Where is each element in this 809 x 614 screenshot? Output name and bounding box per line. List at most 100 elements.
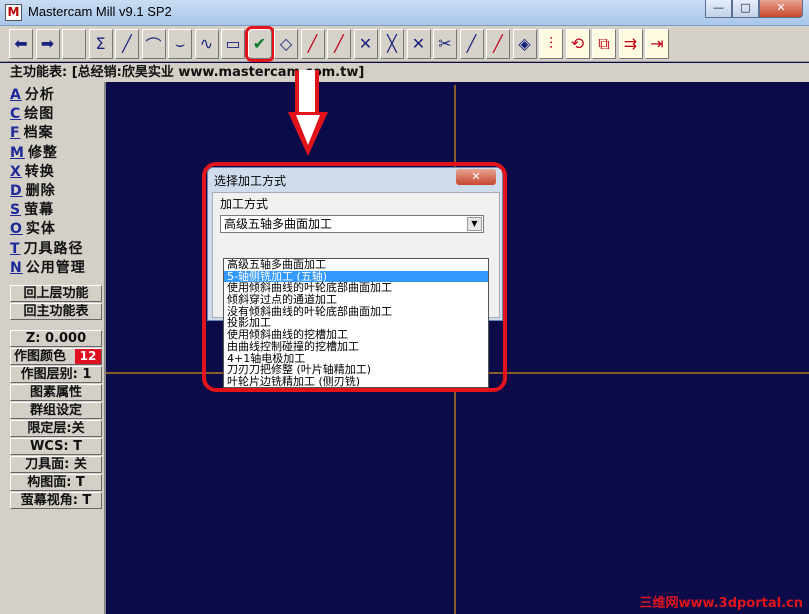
menu-label: 公用管理 bbox=[25, 259, 86, 276]
surface-button[interactable]: ◇ bbox=[274, 28, 298, 59]
menu-hotkey: O bbox=[10, 221, 23, 238]
window-controls: — □ ✕ bbox=[705, 0, 803, 18]
rectangle-button[interactable]: ▭ bbox=[221, 28, 245, 59]
menu-item-f[interactable]: F 档案 bbox=[10, 122, 54, 142]
toolpath-select-button[interactable]: ✔ bbox=[244, 25, 275, 62]
dialog-highlight-outline bbox=[202, 162, 507, 392]
blank-button[interactable] bbox=[62, 28, 86, 59]
extend-button[interactable]: ╱ bbox=[459, 28, 484, 59]
trim-button[interactable]: ╱ bbox=[300, 28, 325, 59]
menu-item-x[interactable]: X 转换 bbox=[10, 161, 55, 181]
close-button[interactable]: ✕ bbox=[759, 0, 803, 18]
color-label: 作图颜色 bbox=[14, 349, 67, 364]
menu-item-t[interactable]: T 刀具路径 bbox=[10, 238, 84, 258]
menu-label: 档案 bbox=[23, 125, 54, 142]
menu-item-c[interactable]: C 绘图 bbox=[10, 103, 54, 123]
shade-button[interactable]: ◈ bbox=[512, 28, 537, 59]
arc-icon: ⌒ bbox=[145, 35, 162, 55]
spline-icon: ∿ bbox=[199, 34, 214, 53]
line-icon: ╱ bbox=[122, 34, 132, 53]
delete-entity-button[interactable]: ╳ bbox=[380, 28, 404, 59]
mirror-button[interactable]: ⫶ bbox=[539, 28, 563, 59]
left-panel: A 分析 C 绘图 F 档案 M 修整 X 转换 D 删除 S 萤幕 O 实体 T 刀具路径 N 公用管理 回上层功能… bbox=[0, 82, 106, 614]
group-button[interactable]: 群组设定 bbox=[10, 402, 102, 419]
fillet-icon: ⌣ bbox=[174, 33, 186, 53]
break-button[interactable]: ╱ bbox=[327, 28, 351, 59]
scissors-button[interactable]: ✂ bbox=[433, 28, 457, 59]
menu-item-s[interactable]: S 萤幕 bbox=[10, 199, 54, 219]
menu-label: 转换 bbox=[24, 163, 55, 180]
menu-label: 分析 bbox=[24, 87, 55, 103]
arrow-left-icon: ⬅ bbox=[14, 34, 28, 53]
shade-icon: ◈ bbox=[518, 34, 531, 53]
translate-icon: ⇉ bbox=[623, 34, 638, 53]
color-swatch: 12 bbox=[75, 349, 101, 364]
menu-item-n[interactable]: N 公用管理 bbox=[10, 257, 86, 277]
mask-button[interactable]: 限定层:关 bbox=[10, 420, 102, 437]
annotation-arrow-shaft bbox=[295, 70, 319, 116]
rectangle-icon: ▭ bbox=[225, 34, 241, 53]
scale-button[interactable]: ⧉ bbox=[592, 28, 616, 59]
offset-button[interactable]: ⇥ bbox=[645, 28, 669, 59]
menu-item-d[interactable]: D 删除 bbox=[10, 180, 56, 200]
construction-plane-button[interactable]: 构图面: T bbox=[10, 474, 102, 491]
main-menu-bar: 主功能表: [总经销:欣昊实业 www.mastercam.com.tw] bbox=[0, 63, 809, 82]
intersect-button[interactable]: ✕ bbox=[353, 28, 378, 59]
menu-label: 萤幕 bbox=[24, 202, 55, 219]
menu-hotkey: D bbox=[10, 183, 23, 199]
fillet-button[interactable]: ⌣ bbox=[168, 28, 192, 59]
rotate-icon: ⟲ bbox=[570, 34, 585, 53]
mastercam-logo-icon: M bbox=[5, 4, 22, 21]
menu-item-o[interactable]: O 实体 bbox=[10, 218, 56, 238]
main-menu-button[interactable]: 回主功能表 bbox=[10, 303, 102, 320]
cross-button[interactable]: ✕ bbox=[406, 28, 431, 59]
trim-icon: ╱ bbox=[307, 34, 318, 53]
arrow-right-button[interactable]: ➡ bbox=[35, 28, 60, 59]
break-icon: ╱ bbox=[334, 34, 344, 53]
maximize-button[interactable]: □ bbox=[732, 0, 759, 18]
view-button[interactable]: 萤幕视角: T bbox=[10, 492, 102, 509]
extend-icon: ╱ bbox=[466, 34, 477, 53]
watermark: 三维网www.3dportal.cn bbox=[639, 596, 803, 611]
level-button[interactable]: 作图层别: 1 bbox=[10, 366, 102, 383]
minimize-button[interactable]: — bbox=[705, 0, 732, 18]
menu-label: 实体 bbox=[25, 221, 56, 238]
menu-hotkey: T bbox=[10, 240, 21, 257]
menu-label: 修整 bbox=[27, 144, 58, 161]
spline-button[interactable]: ∿ bbox=[194, 28, 219, 59]
divide-icon: ╱ bbox=[493, 34, 503, 53]
toolpath-select-icon: ✔ bbox=[252, 34, 267, 53]
surface-icon: ◇ bbox=[279, 34, 293, 53]
arrow-right-icon: ➡ bbox=[40, 34, 55, 53]
arc-button[interactable]: ⌒ bbox=[141, 28, 166, 59]
rotate-button[interactable]: ⟲ bbox=[565, 28, 590, 59]
menu-hotkey: N bbox=[10, 259, 23, 276]
intersect-icon: ✕ bbox=[358, 34, 373, 53]
sigma-button[interactable]: Σ bbox=[88, 28, 113, 59]
z-depth-button[interactable]: Z: 0.000 bbox=[10, 330, 102, 347]
menu-item-a[interactable]: A 分析 bbox=[10, 84, 55, 104]
wcs-button[interactable]: WCS: T bbox=[10, 438, 102, 455]
arrow-left-button[interactable]: ⬅ bbox=[9, 28, 33, 59]
menu-label: 绘图 bbox=[24, 106, 55, 123]
annotation-arrow-inner bbox=[296, 115, 320, 145]
back-up-level-button[interactable]: 回上层功能 bbox=[10, 285, 102, 302]
menu-hotkey: S bbox=[10, 202, 22, 219]
tool-plane-button[interactable]: 刀具面: 关 bbox=[10, 456, 102, 473]
divide-button[interactable]: ╱ bbox=[486, 28, 510, 59]
color-button[interactable]: 作图颜色 12 bbox=[10, 348, 102, 365]
title-bar: M Mastercam Mill v9.1 SP2 — □ ✕ bbox=[0, 0, 809, 26]
menu-hotkey: M bbox=[10, 144, 25, 161]
menu-label: 刀具路径 bbox=[23, 240, 84, 257]
menu-item-m[interactable]: M 修整 bbox=[10, 142, 58, 162]
offset-icon: ⇥ bbox=[650, 34, 664, 53]
translate-button[interactable]: ⇉ bbox=[618, 28, 643, 59]
delete-entity-icon: ╳ bbox=[387, 34, 397, 53]
toolbar: ⬅ ➡ Σ ╱ ⌒ ⌣ ∿ ▭ ✔ ◇ ╱ ╱ ✕ ╳ ✕ ✂ ╱ ╱ ◈ ⫶ ⟲ ⧉ ⇉ ⇥ bbox=[0, 25, 809, 62]
menu-hotkey: X bbox=[10, 163, 22, 180]
mirror-icon: ⫶ bbox=[548, 33, 553, 53]
line-button[interactable]: ╱ bbox=[115, 28, 139, 59]
attributes-button[interactable]: 图素属性 bbox=[10, 384, 102, 401]
menu-hotkey: A bbox=[10, 87, 22, 103]
menu-hotkey: C bbox=[10, 106, 22, 123]
